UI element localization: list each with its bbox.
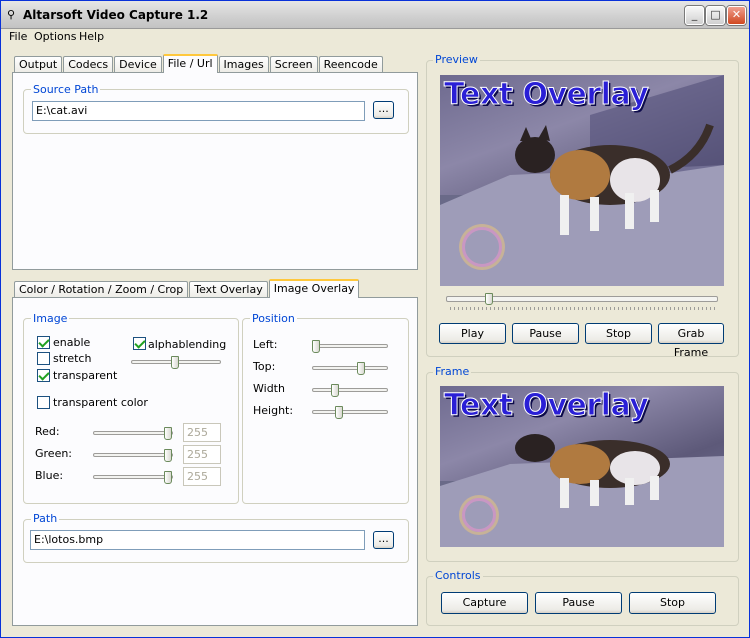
preview-seek-ticks — [450, 307, 718, 310]
image-path-input[interactable]: E:\lotos.bmp — [30, 530, 365, 550]
lotus-overlay-icon — [462, 227, 502, 267]
image-group-legend: Image — [31, 312, 70, 325]
position-top-label: Top: — [253, 360, 276, 373]
transparent-checkbox[interactable] — [37, 369, 50, 382]
blue-slider-thumb[interactable] — [164, 471, 172, 484]
frame-overlay-text: Text Overlay — [443, 388, 649, 424]
tab-color-rotation[interactable]: Color / Rotation / Zoom / Crop — [14, 281, 189, 298]
red-label: Red: — [35, 425, 60, 438]
path-group-legend: Path — [31, 512, 60, 525]
transparent-label: transparent — [53, 369, 118, 382]
position-top-track — [312, 366, 388, 370]
controls-legend: Controls — [433, 569, 483, 582]
tab-images[interactable]: Images — [218, 56, 269, 73]
position-width-label: Width — [253, 382, 285, 395]
preview-legend: Preview — [433, 53, 480, 66]
app-window: ⚲ Altarsoft Video Capture 1.2 _ □ ✕ File… — [0, 0, 750, 638]
menu-file[interactable]: File — [9, 30, 27, 43]
tab-text-overlay[interactable]: Text Overlay — [189, 281, 268, 298]
app-icon: ⚲ — [7, 8, 16, 21]
close-button[interactable]: ✕ — [727, 6, 746, 25]
position-left-thumb[interactable] — [312, 340, 320, 353]
tab-output[interactable]: Output — [14, 56, 63, 73]
transparent-color-checkbox[interactable] — [37, 396, 50, 409]
position-group-legend: Position — [250, 312, 297, 325]
frame-lotus-overlay-icon — [462, 498, 496, 532]
preview-stop-button[interactable]: Stop — [585, 323, 652, 344]
grab-frame-button[interactable]: Grab Frame — [658, 323, 724, 359]
image-overlay-tab-panel: Image enable alphablending stretch trans… — [12, 297, 418, 626]
blue-value-input[interactable]: 255 — [183, 467, 221, 486]
red-slider-track — [93, 431, 173, 435]
red-value-input[interactable]: 255 — [183, 423, 221, 442]
play-button[interactable]: Play — [439, 323, 506, 344]
blue-label: Blue: — [35, 469, 64, 482]
bottom-tab-strip: Color / Rotation / Zoom / Crop Text Over… — [14, 279, 360, 298]
preview-seek-thumb[interactable] — [485, 293, 493, 305]
tab-file-url[interactable]: File / Url — [162, 54, 218, 73]
enable-checkbox[interactable] — [37, 336, 50, 349]
stretch-checkbox[interactable] — [37, 352, 50, 365]
tab-device[interactable]: Device — [114, 56, 162, 73]
frame-legend: Frame — [433, 365, 472, 378]
alphablending-checkbox[interactable] — [133, 337, 146, 350]
position-height-thumb[interactable] — [335, 406, 343, 419]
position-left-label: Left: — [253, 338, 278, 351]
source-path-legend: Source Path — [31, 83, 101, 96]
source-path-input[interactable]: E:\cat.avi — [32, 101, 365, 121]
capture-pause-button[interactable]: Pause — [535, 592, 622, 614]
enable-label: enable — [53, 336, 91, 349]
source-browse-button[interactable]: ... — [373, 101, 394, 119]
tab-codecs[interactable]: Codecs — [63, 56, 114, 73]
blue-slider-track — [93, 475, 173, 479]
frame-video: Text Overlay — [440, 386, 724, 547]
green-slider-track — [93, 453, 173, 457]
tab-reencode[interactable]: Reencode — [318, 56, 383, 73]
preview-pause-button[interactable]: Pause — [512, 323, 579, 344]
menu-bar: File Options Help — [1, 29, 749, 46]
file-url-tab-panel: Source Path E:\cat.avi ... — [12, 72, 418, 270]
tab-image-overlay[interactable]: Image Overlay — [268, 279, 360, 298]
green-value-input[interactable]: 255 — [183, 445, 221, 464]
position-width-thumb[interactable] — [331, 384, 339, 397]
minimize-button[interactable]: _ — [685, 6, 704, 25]
preview-video: Text Overlay — [440, 75, 724, 286]
position-height-track — [312, 410, 388, 414]
stretch-label: stretch — [53, 352, 92, 365]
green-label: Green: — [35, 447, 73, 460]
tab-screen[interactable]: Screen — [269, 56, 318, 73]
green-slider-thumb[interactable] — [164, 449, 172, 462]
transparent-color-label: transparent color — [53, 396, 148, 409]
title-bar[interactable]: ⚲ Altarsoft Video Capture 1.2 _ □ ✕ — [1, 1, 749, 29]
alpha-slider-thumb[interactable] — [171, 356, 179, 369]
position-width-track — [312, 388, 388, 392]
position-left-track — [312, 344, 388, 348]
menu-help[interactable]: Help — [79, 30, 104, 43]
capture-button[interactable]: Capture — [441, 592, 528, 614]
position-top-thumb[interactable] — [357, 362, 365, 375]
position-height-label: Height: — [253, 404, 294, 417]
image-browse-button[interactable]: ... — [373, 531, 394, 549]
top-tab-strip: Output Codecs Device File / Url Images S… — [14, 54, 384, 73]
alphablending-label: alphablending — [148, 338, 227, 351]
menu-options[interactable]: Options — [34, 30, 76, 43]
capture-stop-button[interactable]: Stop — [629, 592, 716, 614]
red-slider-thumb[interactable] — [164, 427, 172, 440]
window-title: Altarsoft Video Capture 1.2 — [23, 8, 209, 22]
preview-overlay-text: Text Overlay — [443, 77, 649, 113]
maximize-button[interactable]: □ — [706, 6, 725, 25]
